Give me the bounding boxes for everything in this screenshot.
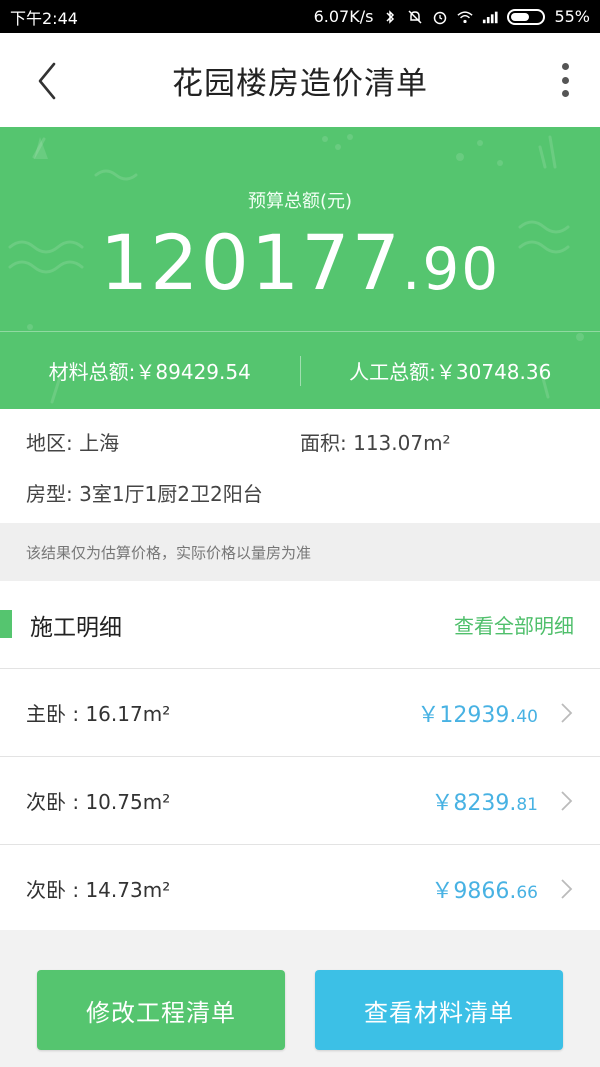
house-info: 地区: 上海 面积: 113.07m² 房型: 3室1厅1厨2卫2阳台 <box>0 409 600 523</box>
view-all-details-link[interactable]: 查看全部明细 <box>454 610 574 639</box>
budget-summary: 预算总额(元) 120177.90 材料总额:￥89429.54 人工总额:￥3… <box>0 127 600 409</box>
edit-project-list-button[interactable]: 修改工程清单 <box>37 970 285 1050</box>
room-price-cent: 40 <box>516 706 538 727</box>
labor-total: 人工总额:￥30748.36 <box>349 360 552 384</box>
chevron-right-icon <box>561 791 573 811</box>
view-material-list-button[interactable]: 查看材料清单 <box>315 970 563 1050</box>
back-arrow-icon[interactable] <box>30 61 66 101</box>
room-name: 次卧 : 10.75m² <box>26 790 171 814</box>
room-price-main: ￥9866. <box>431 878 517 904</box>
room-name: 主卧 : 16.17m² <box>26 702 171 726</box>
room-name: 次卧 : 14.73m² <box>26 878 171 902</box>
action-bar: 修改工程清单 查看材料清单 <box>0 930 600 1067</box>
room-row[interactable]: 次卧 : 10.75m² ￥8239.81 <box>0 757 600 845</box>
room-price: ￥8239.81 <box>431 785 538 817</box>
chevron-right-icon <box>561 879 573 899</box>
wifi-icon <box>457 10 474 23</box>
room-row[interactable]: 次卧 : 14.73m² ￥9866.66 <box>0 845 600 933</box>
battery-level: 55% <box>554 7 590 26</box>
budget-total-integer: 120177 <box>99 218 402 307</box>
budget-label: 预算总额(元) <box>247 191 353 212</box>
room-price: ￥9866.66 <box>431 873 538 905</box>
nav-bar: 花园楼房造价清单 <box>0 33 600 127</box>
signal-icon <box>483 11 498 23</box>
info-row: 地区: 上海 面积: 113.07m² <box>26 427 574 456</box>
mute-icon <box>408 9 422 24</box>
region-text: 地区: 上海 <box>26 431 120 455</box>
room-price-cent: 81 <box>516 794 538 815</box>
construction-details-header: 施工明细 查看全部明细 <box>0 581 600 669</box>
estimate-notice: 该结果仅为估算价格，实际价格以量房为准 <box>0 523 600 581</box>
room-price-main: ￥12939. <box>417 702 517 728</box>
section-accent-bar <box>0 610 12 638</box>
more-menu-icon[interactable] <box>558 63 572 97</box>
budget-total: 120177.90 <box>0 225 600 301</box>
battery-icon <box>507 8 546 25</box>
bluetooth-icon <box>386 9 395 24</box>
status-time: 下午2:44 <box>10 8 78 28</box>
alarm-icon <box>434 11 447 24</box>
budget-total-decimal: .90 <box>401 235 501 303</box>
status-bar: 下午2:44 6.07K/s 55% <box>0 0 600 33</box>
status-indicators: 6.07K/s 55% <box>314 7 590 26</box>
budget-breakdown: 材料总额:￥89429.54 人工总额:￥30748.36 <box>0 331 600 409</box>
room-row[interactable]: 主卧 : 16.17m² ￥12939.40 <box>0 669 600 757</box>
room-price: ￥12939.40 <box>417 697 538 729</box>
info-row: 房型: 3室1厅1厨2卫2阳台 <box>26 478 574 507</box>
area-text: 面积: 113.07m² <box>300 431 451 455</box>
layout-text: 房型: 3室1厅1厨2卫2阳台 <box>26 482 263 506</box>
room-price-cent: 66 <box>516 882 538 903</box>
network-speed: 6.07K/s <box>313 7 374 26</box>
section-title: 施工明细 <box>30 614 122 641</box>
chevron-right-icon <box>561 703 573 723</box>
material-total: 材料总额:￥89429.54 <box>48 360 251 384</box>
room-price-main: ￥8239. <box>431 790 517 816</box>
page-title: 花园楼房造价清单 <box>172 65 428 102</box>
